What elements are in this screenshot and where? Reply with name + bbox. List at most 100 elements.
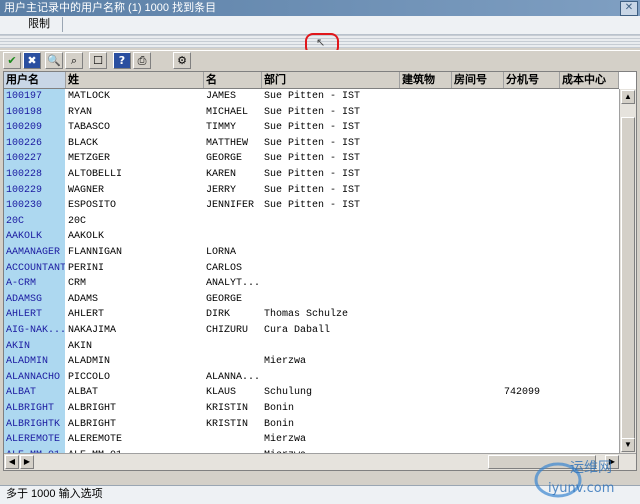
cell-last-name[interactable]: AHLERT bbox=[68, 307, 203, 322]
cell-last-name[interactable]: AAKOLK bbox=[68, 229, 203, 244]
cell-first-name[interactable]: JERRY bbox=[206, 183, 261, 198]
cell-department[interactable]: Sue Pitten - IST bbox=[264, 136, 399, 151]
cell-last-name[interactable]: 20C bbox=[68, 214, 203, 229]
column-header-room[interactable]: 房间号 bbox=[452, 72, 504, 88]
cell-username[interactable]: AAMANAGER bbox=[6, 245, 65, 260]
cell-username[interactable]: 100230 bbox=[6, 198, 65, 213]
cell-first-name[interactable]: KRISTIN bbox=[206, 417, 261, 432]
cell-department[interactable]: Mierzwa bbox=[264, 432, 399, 447]
table-row[interactable]: 100227 METZGER GEORGE Sue Pitten - IST bbox=[4, 151, 619, 167]
table-row[interactable]: 100229 WAGNER JERRY Sue Pitten - IST bbox=[4, 183, 619, 199]
column-header-cost-center[interactable]: 成本中心 bbox=[560, 72, 619, 88]
tab-restrictions[interactable]: 限制 bbox=[4, 17, 63, 32]
find-next-icon[interactable]: ⌕ bbox=[65, 52, 83, 69]
cell-username[interactable]: 100229 bbox=[6, 183, 65, 198]
table-row[interactable]: ALBRIGHT ALBRIGHT KRISTIN Bonin bbox=[4, 401, 619, 417]
column-header-username[interactable]: 用户名 bbox=[4, 72, 66, 88]
cell-first-name[interactable]: KRISTIN bbox=[206, 401, 261, 416]
cell-username[interactable]: ADAMSG bbox=[6, 292, 65, 307]
cell-username[interactable]: AIG-NAK... bbox=[6, 323, 65, 338]
cell-department[interactable]: Thomas Schulze bbox=[264, 307, 399, 322]
scroll-left-icon[interactable]: ◀ bbox=[5, 455, 19, 469]
cell-first-name[interactable]: CHIZURU bbox=[206, 323, 261, 338]
table-row[interactable]: 20C 20C bbox=[4, 214, 619, 230]
cell-username[interactable]: ALBRIGHT bbox=[6, 401, 65, 416]
cell-last-name[interactable]: PERINI bbox=[68, 261, 203, 276]
scroll-up-icon[interactable]: ▲ bbox=[621, 90, 635, 104]
table-row[interactable]: 100230 ESPOSITO JENNIFER Sue Pitten - IST bbox=[4, 198, 619, 214]
cell-username[interactable]: 100209 bbox=[6, 120, 65, 135]
vertical-scrollbar[interactable]: ▲ ▼ bbox=[619, 89, 636, 453]
cell-first-name[interactable]: MATTHEW bbox=[206, 136, 261, 151]
column-header-department[interactable]: 部门 bbox=[262, 72, 400, 88]
cell-first-name[interactable]: LORNA bbox=[206, 245, 261, 260]
cell-first-name[interactable]: GEORGE bbox=[206, 151, 261, 166]
cell-last-name[interactable]: ALBRIGHT bbox=[68, 401, 203, 416]
cell-department[interactable]: Sue Pitten - IST bbox=[264, 198, 399, 213]
cell-last-name[interactable]: ALBRIGHT bbox=[68, 417, 203, 432]
cell-last-name[interactable]: ALBAT bbox=[68, 385, 203, 400]
cell-last-name[interactable]: ALADMIN bbox=[68, 354, 203, 369]
cell-username[interactable]: ALBRIGHTK bbox=[6, 417, 65, 432]
cell-last-name[interactable]: NAKAJIMA bbox=[68, 323, 203, 338]
column-header-first-name[interactable]: 名 bbox=[204, 72, 262, 88]
cell-department[interactable]: Schulung bbox=[264, 385, 399, 400]
check-icon[interactable]: ✔ bbox=[3, 52, 21, 69]
print-icon[interactable]: ⎙ bbox=[133, 52, 151, 69]
cell-last-name[interactable]: ADAMS bbox=[68, 292, 203, 307]
cell-username[interactable]: ACCOUNTANT bbox=[6, 261, 65, 276]
cell-username[interactable]: ALEREMOTE bbox=[6, 432, 65, 447]
cell-username[interactable]: ALANNACHO bbox=[6, 370, 65, 385]
cell-username[interactable]: 100226 bbox=[6, 136, 65, 151]
cell-department[interactable]: Mierzwa bbox=[264, 354, 399, 369]
cell-username[interactable]: ALADMIN bbox=[6, 354, 65, 369]
cell-department[interactable]: Bonin bbox=[264, 417, 399, 432]
cell-first-name[interactable]: MICHAEL bbox=[206, 105, 261, 120]
table-row[interactable]: AAKOLK AAKOLK bbox=[4, 229, 619, 245]
cell-last-name[interactable]: PICCOLO bbox=[68, 370, 203, 385]
cell-first-name[interactable]: KAREN bbox=[206, 167, 261, 182]
cell-last-name[interactable]: AKIN bbox=[68, 339, 203, 354]
cell-username[interactable]: 100228 bbox=[6, 167, 65, 182]
cell-department[interactable]: Cura Daball bbox=[264, 323, 399, 338]
select-icon[interactable]: ☐ bbox=[89, 52, 107, 69]
cell-username[interactable]: 100227 bbox=[6, 151, 65, 166]
cell-username[interactable]: AKIN bbox=[6, 339, 65, 354]
table-row[interactable]: AIG-NAK... NAKAJIMA CHIZURU Cura Daball bbox=[4, 323, 619, 339]
table-row[interactable]: A-CRM CRM ANALYT... bbox=[4, 276, 619, 292]
cell-last-name[interactable]: BLACK bbox=[68, 136, 203, 151]
cell-last-name[interactable]: FLANNIGAN bbox=[68, 245, 203, 260]
cell-first-name[interactable]: ALANNA... bbox=[206, 370, 261, 385]
column-header-building[interactable]: 建筑物 bbox=[400, 72, 452, 88]
scroll-right-small-icon[interactable]: ▶ bbox=[20, 455, 34, 469]
table-row[interactable]: ALADMIN ALADMIN Mierzwa bbox=[4, 354, 619, 370]
column-header-last-name[interactable]: 姓 bbox=[66, 72, 204, 88]
cell-username[interactable]: AAKOLK bbox=[6, 229, 65, 244]
cell-first-name[interactable]: CARLOS bbox=[206, 261, 261, 276]
vertical-scroll-thumb[interactable] bbox=[621, 117, 635, 447]
cell-last-name[interactable]: RYAN bbox=[68, 105, 203, 120]
cell-username[interactable]: 100198 bbox=[6, 105, 65, 120]
cell-first-name[interactable]: ANALYT... bbox=[206, 276, 261, 291]
cell-first-name[interactable]: JAMES bbox=[206, 89, 261, 104]
table-row[interactable]: 100228 ALTOBELLI KAREN Sue Pitten - IST bbox=[4, 167, 619, 183]
table-row[interactable]: 100226 BLACK MATTHEW Sue Pitten - IST bbox=[4, 136, 619, 152]
column-header-extension[interactable]: 分机号 bbox=[504, 72, 560, 88]
table-row[interactable]: AHLERT AHLERT DIRK Thomas Schulze bbox=[4, 307, 619, 323]
help-icon[interactable]: ? bbox=[113, 52, 131, 69]
table-row[interactable]: ADAMSG ADAMS GEORGE bbox=[4, 292, 619, 308]
cell-department[interactable]: Sue Pitten - IST bbox=[264, 151, 399, 166]
cell-department[interactable]: Sue Pitten - IST bbox=[264, 167, 399, 182]
find-icon[interactable]: 🔍 bbox=[45, 52, 63, 69]
cell-last-name[interactable]: METZGER bbox=[68, 151, 203, 166]
cell-username[interactable]: AHLERT bbox=[6, 307, 65, 322]
cell-username[interactable]: 20C bbox=[6, 214, 65, 229]
table-row[interactable]: AKIN AKIN bbox=[4, 339, 619, 355]
cell-department[interactable]: Sue Pitten - IST bbox=[264, 89, 399, 104]
close-icon[interactable]: ✕ bbox=[620, 1, 638, 16]
cell-last-name[interactable]: CRM bbox=[68, 276, 203, 291]
cell-first-name[interactable]: DIRK bbox=[206, 307, 261, 322]
cell-department[interactable]: Sue Pitten - IST bbox=[264, 183, 399, 198]
table-row[interactable]: 100198 RYAN MICHAEL Sue Pitten - IST bbox=[4, 105, 619, 121]
cell-first-name[interactable]: JENNIFER bbox=[206, 198, 261, 213]
